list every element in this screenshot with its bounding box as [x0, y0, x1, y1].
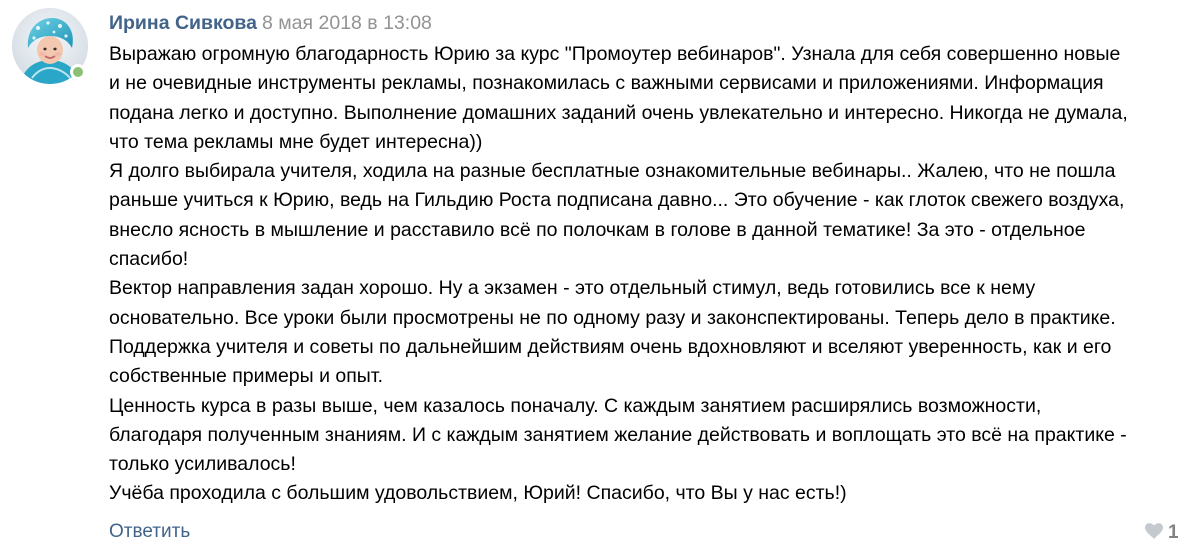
- heart-icon: [1145, 522, 1163, 544]
- comment-line: Ценность курса в разы выше, чем казалось…: [109, 394, 1042, 417]
- comment-line: спасибо!: [109, 248, 189, 271]
- comment-line: что тема рекламы мне будет интересна)): [109, 130, 483, 153]
- comment-line: основательно. Все уроки были просмотрены…: [109, 306, 1116, 329]
- comment-line: Выражаю огромную благодарность Юрию за к…: [109, 43, 1121, 65]
- online-status-icon: [70, 64, 86, 80]
- comment-line: и не очевидные инструменты рекламы, позн…: [109, 72, 1104, 95]
- avatar-wrap: [12, 8, 88, 84]
- comment-line: Я долго выбирала учителя, ходила на разн…: [109, 160, 1116, 183]
- comment-text: Выражаю огромную благодарность Юрию за к…: [109, 40, 1191, 509]
- comment-header: Ирина Сивкова 8 мая 2018 в 13:08: [109, 10, 432, 36]
- reply-button[interactable]: Ответить: [109, 519, 190, 545]
- author-name[interactable]: Ирина Сивкова: [109, 12, 257, 34]
- like-button[interactable]: 1: [1145, 520, 1179, 546]
- comment-line: Вектор направления задан хорошо. Ну а эк…: [109, 277, 1036, 300]
- comment-line: собственные примеры и опыт.: [109, 365, 383, 388]
- like-count: 1: [1168, 522, 1179, 543]
- comment-line: благодаря полученным знаниям. И с каждым…: [109, 423, 1127, 446]
- comment-line: Поддержка учителя и советы по дальнейшим…: [109, 335, 1112, 358]
- comment-line: внесло ясность в мышление и расставило в…: [109, 218, 1086, 241]
- comment-line: Учёба проходила с большим удовольствием,…: [109, 482, 847, 505]
- comment-date[interactable]: 8 мая 2018 в 13:08: [262, 12, 432, 34]
- comment-line: только усиливалось!: [109, 453, 296, 476]
- comment-line: раньше учиться к Юрию, ведь на Гильдию Р…: [109, 189, 1125, 212]
- comment: Ирина Сивкова 8 мая 2018 в 13:08 Выражаю …: [0, 0, 1199, 557]
- comment-line: подана легко и доступно. Выполнение дома…: [109, 101, 1128, 124]
